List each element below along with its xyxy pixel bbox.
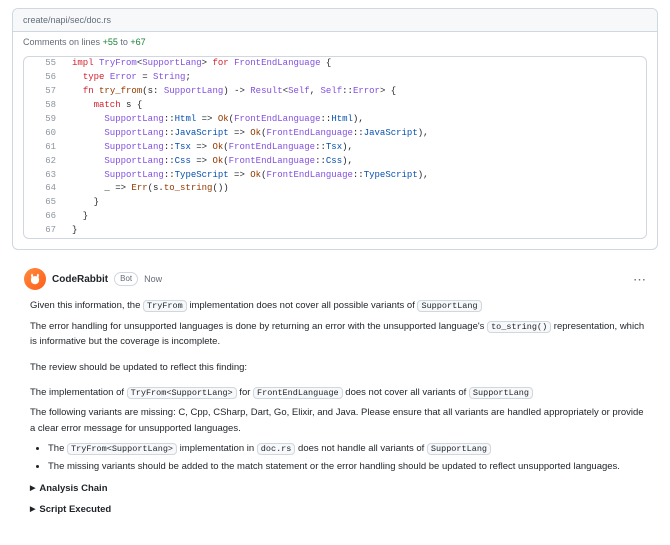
file-path-bar[interactable]: create/napi/sec/doc.rs: [13, 9, 657, 32]
code-content: match s {: [66, 99, 142, 113]
line-to: +67: [130, 37, 145, 47]
inline-code: TryFrom<SupportLang>: [127, 387, 237, 399]
analysis-chain-disclosure[interactable]: Analysis Chain: [30, 481, 646, 496]
paragraph: Given this information, the TryFrom impl…: [30, 298, 646, 314]
code-content: }: [66, 224, 77, 238]
code-snippet[interactable]: 55impl TryFrom<SupportLang> for FrontEnd…: [23, 56, 647, 239]
line-number: 55: [24, 57, 66, 71]
code-line: 55impl TryFrom<SupportLang> for FrontEnd…: [24, 57, 646, 71]
code-content: fn try_from(s: SupportLang) -> Result<Se…: [66, 85, 396, 99]
code-line: 63 SupportLang::TypeScript => Ok(FrontEn…: [24, 169, 646, 183]
lines-prefix: Comments on lines: [23, 37, 100, 47]
comment-author[interactable]: CodeRabbit: [52, 274, 108, 285]
review-comment: CodeRabbit Bot Now ⋯ Given this informat…: [12, 258, 658, 537]
code-line: 61 SupportLang::Tsx => Ok(FrontEndLangua…: [24, 141, 646, 155]
code-line: 60 SupportLang::JavaScript => Ok(FrontEn…: [24, 127, 646, 141]
code-content: SupportLang::Css => Ok(FrontEndLanguage:…: [66, 155, 353, 169]
line-number: 65: [24, 196, 66, 210]
line-number: 67: [24, 224, 66, 238]
comment-header: CodeRabbit Bot Now ⋯: [24, 268, 646, 290]
code-line: 67}: [24, 224, 646, 238]
line-number: 66: [24, 210, 66, 224]
list-item: The TryFrom<SupportLang> implementation …: [48, 441, 646, 457]
inline-code: to_string(): [487, 321, 551, 333]
code-line: 66 }: [24, 210, 646, 224]
inline-code: SupportLang: [417, 300, 481, 312]
inline-code: doc.rs: [257, 443, 296, 455]
inline-code: SupportLang: [427, 443, 491, 455]
code-content: SupportLang::JavaScript => Ok(FrontEndLa…: [66, 127, 429, 141]
line-number: 60: [24, 127, 66, 141]
bot-badge: Bot: [114, 272, 138, 286]
line-number: 58: [24, 99, 66, 113]
paragraph: The following variants are missing: C, C…: [30, 405, 646, 435]
lines-to-word: to: [120, 37, 128, 47]
code-content: }: [66, 196, 99, 210]
inline-code: TryFrom: [143, 300, 187, 312]
inline-code: TryFrom<SupportLang>: [67, 443, 177, 455]
line-number: 61: [24, 141, 66, 155]
code-line: 62 SupportLang::Css => Ok(FrontEndLangua…: [24, 155, 646, 169]
line-number: 56: [24, 71, 66, 85]
code-line: 57 fn try_from(s: SupportLang) -> Result…: [24, 85, 646, 99]
inline-code: FrontEndLanguage: [253, 387, 343, 399]
code-content: SupportLang::Tsx => Ok(FrontEndLanguage:…: [66, 141, 353, 155]
line-from: +55: [103, 37, 118, 47]
line-number: 64: [24, 182, 66, 196]
code-content: SupportLang::Html => Ok(FrontEndLanguage…: [66, 113, 364, 127]
comment-lines-bar: Comments on lines +55 to +67: [13, 32, 657, 52]
script-executed-disclosure[interactable]: Script Executed: [30, 502, 646, 517]
code-line: 58 match s {: [24, 99, 646, 113]
code-line: 64 _ => Err(s.to_string()): [24, 182, 646, 196]
code-content: _ => Err(s.to_string()): [66, 182, 229, 196]
code-line: 56 type Error = String;: [24, 71, 646, 85]
code-content: }: [66, 210, 88, 224]
bullet-list: The TryFrom<SupportLang> implementation …: [48, 441, 646, 475]
comment-timestamp[interactable]: Now: [144, 274, 162, 284]
paragraph: The review should be updated to reflect …: [30, 360, 646, 375]
list-item: The missing variants should be added to …: [48, 459, 646, 474]
code-content: SupportLang::TypeScript => Ok(FrontEndLa…: [66, 169, 429, 183]
code-line: 65 }: [24, 196, 646, 210]
coderabbit-avatar-icon: [24, 268, 46, 290]
kebab-menu-icon[interactable]: ⋯: [633, 273, 646, 286]
disclosure-summary[interactable]: Analysis Chain: [30, 481, 646, 496]
code-content: impl TryFrom<SupportLang> for FrontEndLa…: [66, 57, 331, 71]
comment-body: Given this information, the TryFrom impl…: [24, 298, 646, 517]
line-number: 57: [24, 85, 66, 99]
line-number: 63: [24, 169, 66, 183]
paragraph: The error handling for unsupported langu…: [30, 319, 646, 350]
disclosure-summary[interactable]: Script Executed: [30, 502, 646, 517]
paragraph: The implementation of TryFrom<SupportLan…: [30, 385, 646, 401]
code-content: type Error = String;: [66, 71, 191, 85]
code-review-panel: create/napi/sec/doc.rs Comments on lines…: [12, 8, 658, 250]
inline-code: SupportLang: [469, 387, 533, 399]
line-number: 59: [24, 113, 66, 127]
code-line: 59 SupportLang::Html => Ok(FrontEndLangu…: [24, 113, 646, 127]
line-number: 62: [24, 155, 66, 169]
